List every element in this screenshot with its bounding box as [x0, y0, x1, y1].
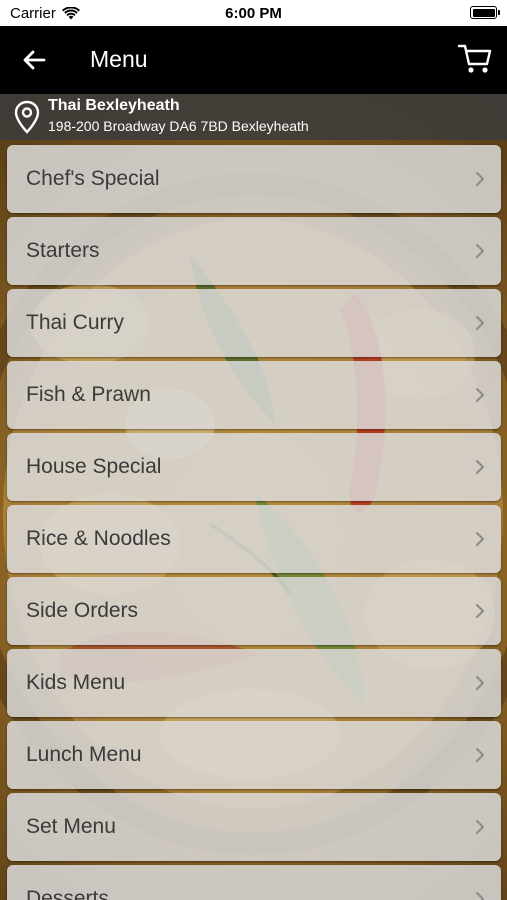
- chevron-right-icon: [476, 748, 484, 762]
- menu-item-label: House Special: [26, 455, 162, 478]
- menu-item-desserts[interactable]: Desserts: [7, 865, 501, 900]
- menu-item-chefs-special[interactable]: Chef's Special: [7, 145, 501, 213]
- menu-item-label: Thai Curry: [26, 311, 125, 334]
- menu-item-kids-menu[interactable]: Kids Menu: [7, 649, 501, 717]
- battery-icon: [470, 6, 500, 19]
- chevron-right-icon: [476, 892, 484, 900]
- chevron-right-icon: [476, 388, 484, 402]
- chevron-right-icon: [476, 604, 484, 618]
- nav-bar: Menu: [0, 26, 507, 94]
- chevron-right-icon: [476, 460, 484, 474]
- menu-item-house-special[interactable]: House Special: [7, 433, 501, 501]
- menu-item-label: Fish & Prawn: [26, 383, 151, 406]
- menu-item-label: Desserts: [26, 887, 109, 900]
- menu-item-label: Chef's Special: [26, 167, 160, 190]
- chevron-right-icon: [476, 316, 484, 330]
- menu-item-rice-noodles[interactable]: Rice & Noodles: [7, 505, 501, 573]
- restaurant-name: Thai Bexleyheath: [48, 97, 180, 114]
- menu-item-starters[interactable]: Starters: [7, 217, 501, 285]
- chevron-right-icon: [476, 676, 484, 690]
- menu-item-fish-prawn[interactable]: Fish & Prawn: [7, 361, 501, 429]
- menu-item-side-orders[interactable]: Side Orders: [7, 577, 501, 645]
- status-bar: Carrier 6:00 PM: [0, 0, 507, 26]
- status-time: 6:00 PM: [225, 5, 282, 22]
- menu-item-lunch-menu[interactable]: Lunch Menu: [7, 721, 501, 789]
- menu-item-label: Side Orders: [26, 599, 139, 622]
- menu-item-thai-curry[interactable]: Thai Curry: [7, 289, 501, 357]
- page-title: Menu: [90, 46, 148, 72]
- menu-category-list: Chef's Special Starters Thai Curry Fish …: [7, 145, 501, 900]
- menu-item-set-menu[interactable]: Set Menu: [7, 793, 501, 861]
- chevron-right-icon: [476, 820, 484, 834]
- menu-item-label: Kids Menu: [26, 671, 126, 694]
- menu-item-label: Set Menu: [26, 815, 116, 838]
- menu-item-label: Rice & Noodles: [26, 527, 171, 550]
- shopping-cart-icon[interactable]: [457, 42, 493, 76]
- restaurant-address: 198-200 Broadway DA6 7BD Bexleyheath: [48, 118, 309, 134]
- chevron-right-icon: [476, 172, 484, 186]
- chevron-right-icon: [476, 532, 484, 546]
- menu-item-label: Lunch Menu: [26, 743, 142, 766]
- restaurant-location-bar: Thai Bexleyheath 198-200 Broadway DA6 7B…: [0, 94, 507, 140]
- chevron-right-icon: [476, 244, 484, 258]
- map-pin-icon: [14, 100, 40, 134]
- arrow-left-icon[interactable]: [18, 44, 50, 76]
- menu-item-label: Starters: [26, 239, 100, 262]
